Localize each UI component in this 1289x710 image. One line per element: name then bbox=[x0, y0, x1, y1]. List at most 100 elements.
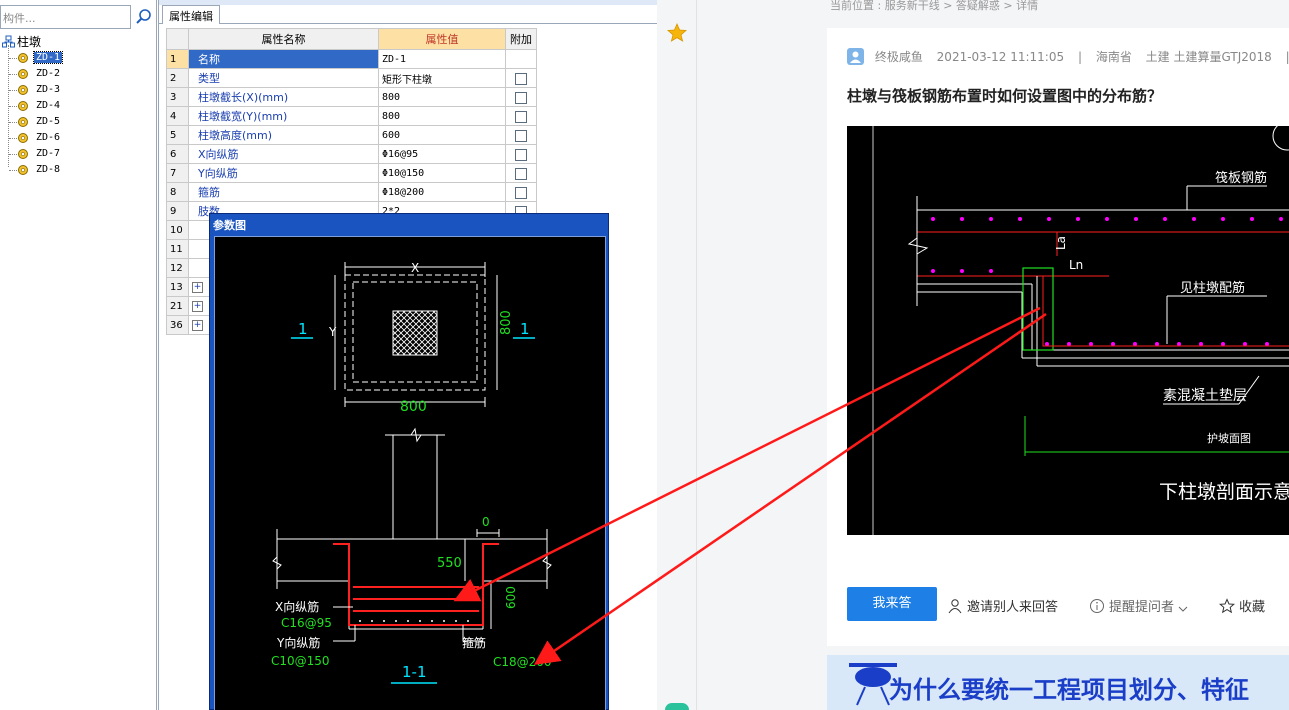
property-name-text: 类型 bbox=[198, 72, 220, 85]
rebar-dot bbox=[960, 269, 964, 273]
img-label-la: La bbox=[1054, 236, 1068, 250]
screen: 构件... 柱墩 ZD-1 ZD-2 ZD-3 ZD-4 ZD-5 ZD-6 ZD-7 ZD-… bbox=[0, 0, 1289, 710]
property-row[interactable]: 2 类型 矩形下柱墩 bbox=[166, 68, 537, 88]
property-extra bbox=[505, 144, 537, 164]
property-name-text: 箍筋 bbox=[198, 186, 220, 199]
tree-item-zd-6[interactable]: ZD-6 bbox=[0, 130, 156, 146]
tree-item-label: ZD-8 bbox=[36, 164, 61, 175]
attach-checkbox[interactable] bbox=[515, 91, 527, 104]
property-value[interactable]: Φ10@150 bbox=[378, 163, 506, 183]
row-number: 1 bbox=[166, 49, 189, 69]
section-mark-right: 1 bbox=[520, 320, 530, 338]
question-card: 终极咸鱼 2021-03-12 11:11:05 | 海南省 土建 土建算量GT… bbox=[827, 28, 1289, 646]
tree-item-zd-8[interactable]: ZD-8 bbox=[0, 162, 156, 178]
tree-item-label: ZD-6 bbox=[36, 132, 61, 143]
tree-item-zd-7[interactable]: ZD-7 bbox=[0, 146, 156, 162]
gear-component-icon bbox=[18, 117, 28, 127]
property-name[interactable]: 柱墩截宽(Y)(mm) bbox=[188, 106, 379, 126]
attach-checkbox[interactable] bbox=[515, 186, 527, 199]
property-value[interactable]: 矩形下柱墩 bbox=[378, 68, 506, 88]
answer-button[interactable]: 我来答 bbox=[847, 587, 937, 621]
tree-connector bbox=[9, 138, 17, 139]
attach-checkbox[interactable] bbox=[515, 72, 527, 85]
property-name[interactable]: 名称 bbox=[188, 49, 379, 69]
tree-connector bbox=[9, 106, 17, 107]
property-name[interactable]: Y向纵筋 bbox=[188, 163, 379, 183]
tree-item-zd-4[interactable]: ZD-4 bbox=[0, 98, 156, 114]
rebar-dot bbox=[1177, 342, 1181, 346]
column-header-name[interactable]: 属性名称 bbox=[188, 28, 379, 50]
expand-plus-icon[interactable]: + bbox=[192, 320, 203, 331]
property-name[interactable]: 柱墩截长(X)(mm) bbox=[188, 87, 379, 107]
grid-corner bbox=[166, 28, 189, 50]
component-search-input[interactable]: 构件... bbox=[0, 5, 131, 29]
property-name-text: 柱墩截宽(Y)(mm) bbox=[198, 110, 288, 123]
property-value[interactable]: ZD-1 bbox=[378, 49, 506, 69]
property-row[interactable]: 1 名称 ZD-1 bbox=[166, 49, 537, 69]
tree-item-zd-5[interactable]: ZD-5 bbox=[0, 114, 156, 130]
tab-property-edit[interactable]: 属性编辑 bbox=[162, 5, 220, 24]
rebar-dot bbox=[1265, 342, 1269, 346]
property-name[interactable]: 箍筋 bbox=[188, 182, 379, 202]
favorite-star-icon[interactable] bbox=[666, 22, 688, 44]
search-icon[interactable] bbox=[133, 5, 155, 29]
rebar-dot bbox=[1047, 217, 1051, 221]
assistant-bubble-icon[interactable] bbox=[665, 703, 689, 710]
property-row[interactable]: 4 柱墩截宽(Y)(mm) 800 bbox=[166, 106, 537, 126]
gear-component-icon bbox=[18, 149, 28, 159]
rebar-dot bbox=[1018, 217, 1022, 221]
property-value[interactable]: 800 bbox=[378, 87, 506, 107]
rebar-dot bbox=[1243, 342, 1247, 346]
rebar-dot bbox=[1221, 342, 1225, 346]
promo-banner[interactable]: 为什么要统一工程项目划分、特征 bbox=[827, 655, 1289, 710]
plan-x-label: X bbox=[411, 261, 419, 275]
expand-plus-icon[interactable]: + bbox=[192, 301, 203, 312]
favorite-button[interactable]: 收藏 bbox=[1218, 596, 1265, 615]
section-dim-height: 600 bbox=[504, 586, 518, 609]
tree-item-label: ZD-7 bbox=[36, 148, 61, 159]
rebar-dot bbox=[989, 269, 993, 273]
question-cad-image[interactable]: 筏板钢筋 La Ln 见柱墩配筋 素混凝土垫层 护坡面图 下柱墩剖面示意图 bbox=[847, 121, 1289, 535]
tree-item-zd-2[interactable]: ZD-2 bbox=[0, 66, 156, 82]
post-datetime: 2021-03-12 11:11:05 bbox=[936, 50, 1065, 64]
property-name-text: Y向纵筋 bbox=[198, 167, 238, 180]
tree-item-zd-1[interactable]: ZD-1 bbox=[0, 50, 156, 66]
parameter-diagram-dialog[interactable]: 参数图 X Y 800 800 1 1 0 550 600 X向纵筋 C16@9… bbox=[209, 213, 609, 710]
component-tree-panel: 构件... 柱墩 ZD-1 ZD-2 ZD-3 ZD-4 ZD-5 ZD-6 ZD-7 ZD-… bbox=[0, 0, 157, 710]
attach-checkbox[interactable] bbox=[515, 148, 527, 161]
property-name[interactable]: 柱墩高度(mm) bbox=[188, 125, 379, 145]
property-value[interactable]: 800 bbox=[378, 106, 506, 126]
breadcrumb: 当前位置 : 服务新干线 > 答疑解惑 > 详情 bbox=[830, 0, 1039, 12]
tree-root-zhudun[interactable]: 柱墩 bbox=[0, 35, 156, 50]
attach-checkbox[interactable] bbox=[515, 167, 527, 180]
property-name[interactable]: X向纵筋 bbox=[188, 144, 379, 164]
property-name[interactable]: 类型 bbox=[188, 68, 379, 88]
property-row[interactable]: 7 Y向纵筋 Φ10@150 bbox=[166, 163, 537, 183]
property-row[interactable]: 6 X向纵筋 Φ16@95 bbox=[166, 144, 537, 164]
expand-plus-icon[interactable]: + bbox=[192, 282, 203, 293]
column-header-extra[interactable]: 附加 bbox=[505, 28, 537, 50]
attach-checkbox[interactable] bbox=[515, 129, 527, 142]
rebar-dot bbox=[1067, 342, 1071, 346]
tree-item-zd-3[interactable]: ZD-3 bbox=[0, 82, 156, 98]
plan-dim-x: 800 bbox=[400, 399, 427, 415]
property-row[interactable]: 8 箍筋 Φ18@200 bbox=[166, 182, 537, 202]
property-extra bbox=[505, 49, 537, 69]
property-value[interactable]: Φ16@95 bbox=[378, 144, 506, 164]
property-row[interactable]: 3 柱墩截长(X)(mm) 800 bbox=[166, 87, 537, 107]
column-header-value[interactable]: 属性值 bbox=[378, 28, 506, 50]
attach-checkbox[interactable] bbox=[515, 110, 527, 123]
property-name-text: X向纵筋 bbox=[198, 148, 239, 161]
user-icon bbox=[948, 599, 962, 614]
category: 土建 土建算量GTJ2018 bbox=[1145, 50, 1272, 64]
row-number: 13 bbox=[166, 277, 189, 297]
property-value[interactable]: Φ18@200 bbox=[378, 182, 506, 202]
star-outline-icon bbox=[1218, 598, 1236, 614]
tree-connector bbox=[9, 122, 17, 123]
remind-asker-dropdown[interactable]: 提醒提问者 bbox=[1089, 596, 1192, 615]
property-value[interactable]: 600 bbox=[378, 125, 506, 145]
author-name[interactable]: 终极咸鱼 bbox=[875, 50, 923, 64]
invite-answer-button[interactable]: 邀请别人来回答 bbox=[947, 596, 1058, 615]
property-row[interactable]: 5 柱墩高度(mm) 600 bbox=[166, 125, 537, 145]
row-number: 4 bbox=[166, 106, 189, 126]
